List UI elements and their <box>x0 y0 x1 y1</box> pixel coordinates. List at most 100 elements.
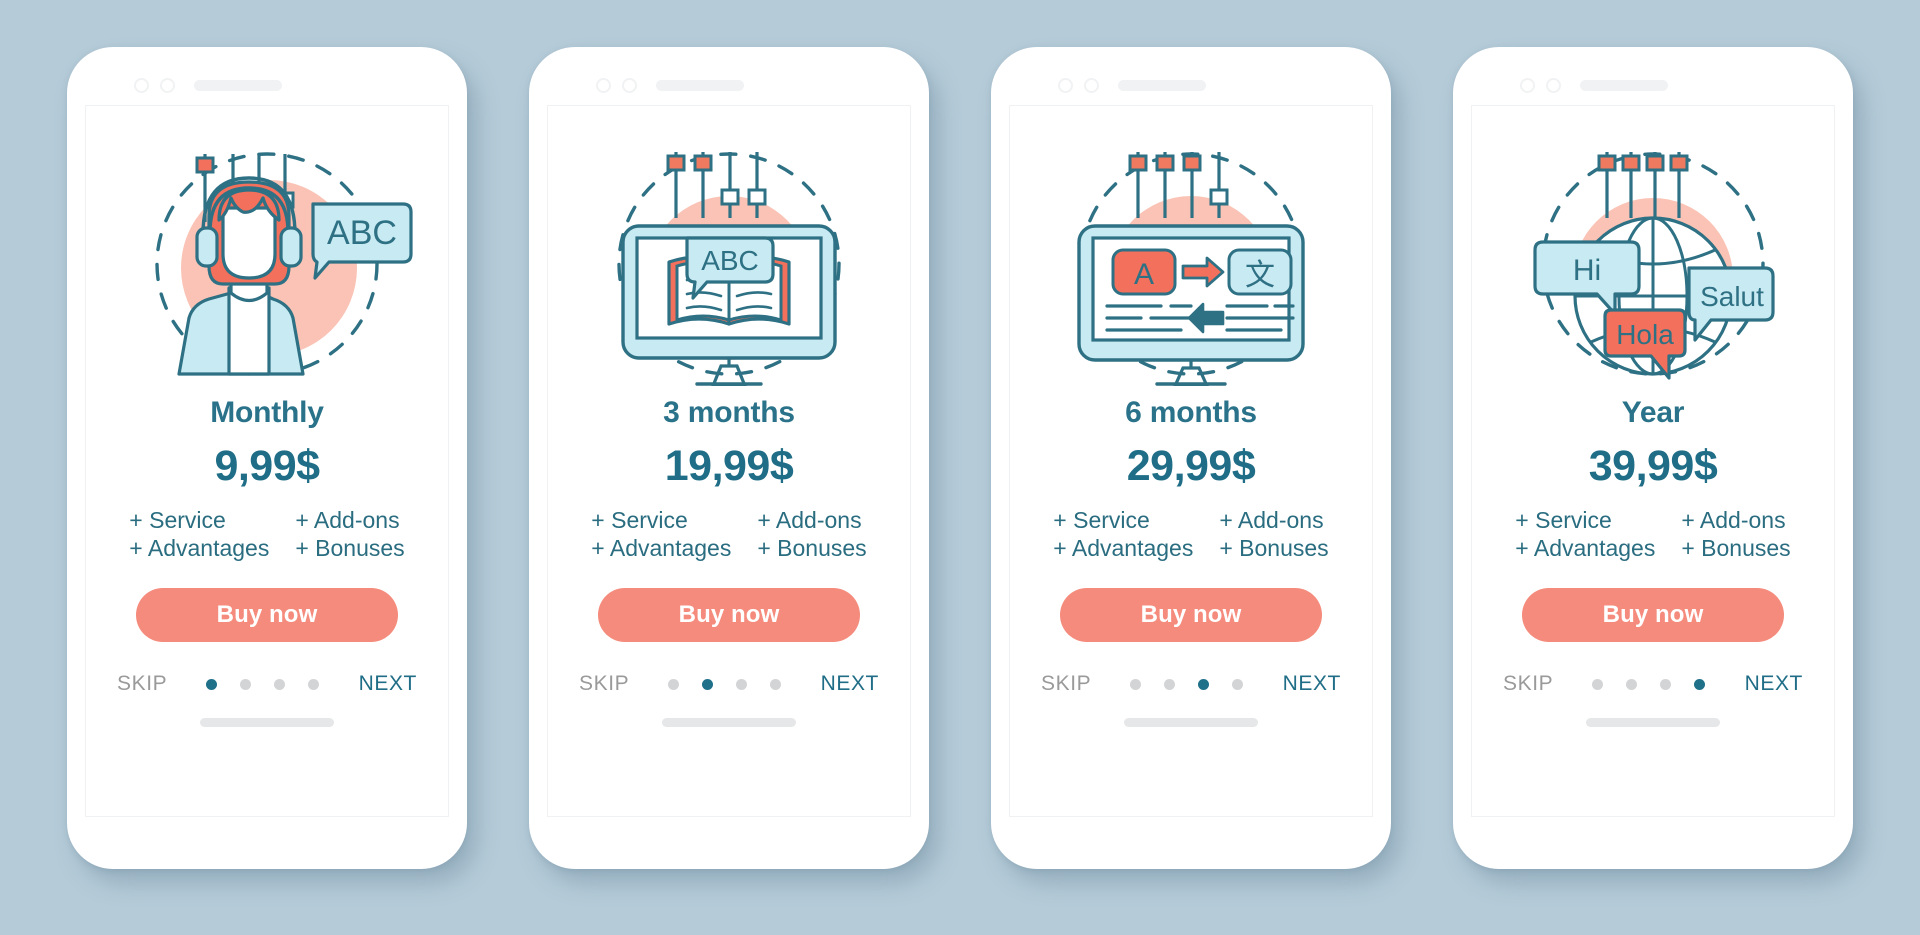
pagination-dots <box>668 678 782 690</box>
phone-notch <box>85 65 449 105</box>
phone-notch <box>547 65 911 105</box>
pagination-dot[interactable] <box>1198 678 1210 690</box>
feature-item: + Add-ons <box>757 507 862 533</box>
pagination-bar: SKIP NEXT <box>117 672 417 696</box>
next-link[interactable]: NEXT <box>1283 672 1341 696</box>
home-indicator-area <box>1124 696 1258 748</box>
home-indicator <box>1586 717 1720 727</box>
illustration-monitor-with-book: ABC <box>579 138 879 386</box>
feature-item: + Bonuses <box>295 535 405 561</box>
phone-notch <box>1009 65 1373 105</box>
illustration-monitor-translation: A 文 <box>1041 138 1341 386</box>
home-indicator <box>662 717 796 727</box>
sensor-icon <box>1546 77 1561 93</box>
pagination-bar: SKIP NEXT <box>1041 672 1341 696</box>
app-screen-year: Hi Salut Hola Year 39,99$ + Service + Ad… <box>1471 105 1835 817</box>
bubble-text-hola: Hola <box>1616 319 1674 350</box>
plan-price: 9,99$ <box>214 442 320 490</box>
pagination-dot[interactable] <box>240 678 252 690</box>
illustration-globe-greetings: Hi Salut Hola <box>1503 138 1803 386</box>
plan-title: 3 months <box>663 396 795 429</box>
skip-link[interactable]: SKIP <box>579 672 629 696</box>
onboarding-screens-stage: ABC Monthly 9,99$ + Service + Add-ons + … <box>0 0 1920 935</box>
feature-item: + Bonuses <box>757 535 867 561</box>
phone-notch <box>1471 65 1835 105</box>
buy-now-button[interactable]: Buy now <box>136 588 398 642</box>
home-indicator-area <box>662 696 796 748</box>
sensor-icon <box>160 77 175 93</box>
pagination-dot[interactable] <box>206 678 218 690</box>
bubble-text-hi: Hi <box>1573 254 1601 287</box>
pagination-dot[interactable] <box>1626 678 1638 690</box>
speaker-grill-icon <box>1580 79 1668 91</box>
skip-link[interactable]: SKIP <box>1041 672 1091 696</box>
bubble-text-abc: ABC <box>327 214 397 252</box>
pagination-dot[interactable] <box>770 678 782 690</box>
feature-item: + Bonuses <box>1219 535 1329 561</box>
pagination-dot[interactable] <box>1592 678 1604 690</box>
next-link[interactable]: NEXT <box>821 672 879 696</box>
plan-features: + Service + Add-ons + Advantages + Bonus… <box>1515 507 1790 562</box>
feature-item: + Add-ons <box>1219 507 1324 533</box>
pagination-dot[interactable] <box>668 678 680 690</box>
feature-item: + Advantages <box>129 535 270 561</box>
pagination-dot[interactable] <box>702 678 714 690</box>
pagination-dot[interactable] <box>1694 678 1706 690</box>
home-indicator-area <box>1586 696 1720 748</box>
feature-item: + Add-ons <box>1681 507 1786 533</box>
next-link[interactable]: NEXT <box>1745 672 1803 696</box>
plan-price: 29,99$ <box>1126 442 1256 490</box>
feature-item: + Bonuses <box>1681 535 1791 561</box>
buy-now-button[interactable]: Buy now <box>1060 588 1322 642</box>
camera-icon <box>1520 77 1535 93</box>
pagination-dots <box>206 678 320 690</box>
bubble-text-salut: Salut <box>1700 281 1764 312</box>
plan-features: + Service + Add-ons + Advantages + Bonus… <box>591 507 866 562</box>
pagination-bar: SKIP NEXT <box>1503 672 1803 696</box>
phone-mockup-3-months: ABC 3 months 19,99$ + Service + Add-ons … <box>529 47 929 869</box>
next-link[interactable]: NEXT <box>359 672 417 696</box>
feature-item: + Service <box>129 507 226 533</box>
home-indicator <box>1124 717 1258 727</box>
plan-title: Year <box>1621 396 1685 429</box>
speaker-grill-icon <box>194 79 282 91</box>
buy-now-button[interactable]: Buy now <box>1522 588 1784 642</box>
source-lang-label: A <box>1134 258 1154 291</box>
skip-link[interactable]: SKIP <box>1503 672 1553 696</box>
feature-item: + Advantages <box>1053 535 1194 561</box>
home-indicator-area <box>200 696 334 748</box>
skip-link[interactable]: SKIP <box>117 672 167 696</box>
feature-item: + Add-ons <box>295 507 400 533</box>
plan-title: Monthly <box>210 396 324 429</box>
plan-title: 6 months <box>1125 396 1257 429</box>
plan-features: + Service + Add-ons + Advantages + Bonus… <box>129 507 404 562</box>
feature-item: + Service <box>1515 507 1612 533</box>
bubble-text-abc: ABC <box>701 245 759 276</box>
pagination-dots <box>1130 678 1244 690</box>
pagination-dot[interactable] <box>1660 678 1672 690</box>
home-indicator <box>200 717 334 727</box>
camera-icon <box>596 77 611 93</box>
illustration-woman-with-headset: ABC <box>117 138 417 386</box>
pagination-dots <box>1592 678 1706 690</box>
sensor-icon <box>1084 77 1099 93</box>
app-screen-6-months: A 文 6 months 29,99$ + Service + Add-ons … <box>1009 105 1373 817</box>
pagination-dot[interactable] <box>1164 678 1176 690</box>
phone-mockup-year: Hi Salut Hola Year 39,99$ + Service + Ad… <box>1453 47 1853 869</box>
pagination-bar: SKIP NEXT <box>579 672 879 696</box>
phone-mockup-6-months: A 文 6 months 29,99$ + Service + Add-ons … <box>991 47 1391 869</box>
pagination-dot[interactable] <box>308 678 320 690</box>
app-screen-3-months: ABC 3 months 19,99$ + Service + Add-ons … <box>547 105 911 817</box>
buy-now-button[interactable]: Buy now <box>598 588 860 642</box>
speaker-grill-icon <box>1118 79 1206 91</box>
pagination-dot[interactable] <box>1232 678 1244 690</box>
plan-price: 39,99$ <box>1588 442 1718 490</box>
speaker-grill-icon <box>656 79 744 91</box>
pagination-dot[interactable] <box>736 678 748 690</box>
pagination-dot[interactable] <box>274 678 286 690</box>
target-lang-label: 文 <box>1245 259 1275 292</box>
phone-mockup-monthly: ABC Monthly 9,99$ + Service + Add-ons + … <box>67 47 467 869</box>
feature-item: + Service <box>591 507 688 533</box>
feature-item: + Advantages <box>591 535 732 561</box>
pagination-dot[interactable] <box>1130 678 1142 690</box>
